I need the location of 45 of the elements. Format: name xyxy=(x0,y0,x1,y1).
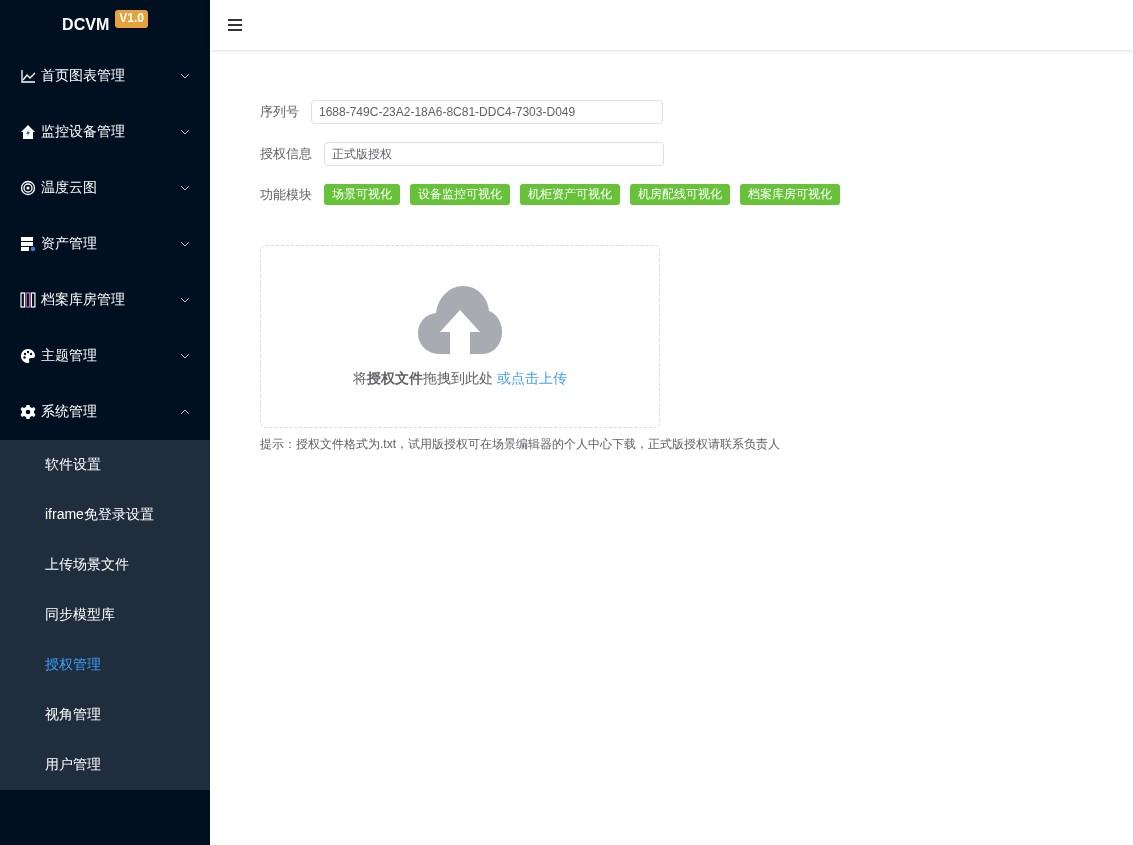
menu-icon[interactable] xyxy=(228,19,242,31)
chevron-icon xyxy=(180,71,190,81)
submenu-item[interactable]: 视角管理 xyxy=(0,690,210,740)
menu-item[interactable]: 资产管理 xyxy=(0,216,210,272)
menu-item[interactable]: 档案库房管理 xyxy=(0,272,210,328)
field-label: 授权信息 xyxy=(260,145,312,163)
menu-item[interactable]: 系统管理 xyxy=(0,384,210,440)
submenu-item[interactable]: 上传场景文件 xyxy=(0,540,210,590)
house-icon xyxy=(20,124,36,140)
chevron-icon xyxy=(180,239,190,249)
app-logo-text: DCVM xyxy=(62,16,110,34)
server-icon xyxy=(20,236,36,252)
submenu-item[interactable]: 用户管理 xyxy=(0,740,210,790)
menu-item[interactable]: 主题管理 xyxy=(0,328,210,384)
field-label: 功能模块 xyxy=(260,185,312,204)
gear-icon xyxy=(20,404,36,420)
chevron-icon xyxy=(180,127,190,137)
chevron-icon xyxy=(180,183,190,193)
license-field[interactable]: 正式版授权 xyxy=(324,142,664,166)
columns-icon xyxy=(20,292,36,308)
chevron-icon xyxy=(180,295,190,305)
cloud-upload-icon xyxy=(418,286,502,354)
module-tag: 设备监控可视化 xyxy=(410,184,510,205)
hint-text: 提示：授权文件格式为.txt，试用版授权可在场景编辑器的个人中心下载，正式版授权请联系负责人 xyxy=(260,436,781,453)
menu-item[interactable]: 温度云图 xyxy=(0,160,210,216)
submenu-item[interactable]: 同步模型库 xyxy=(0,590,210,640)
submenu-item[interactable]: 授权管理 xyxy=(0,640,210,690)
menu-item[interactable]: 首页图表管理 xyxy=(0,48,210,104)
chart-icon xyxy=(20,68,36,84)
upload-dropzone[interactable]: 将授权文件拖拽到此处 或点击上传 xyxy=(260,245,660,428)
rings-icon xyxy=(20,180,36,196)
module-tag: 场景可视化 xyxy=(324,184,400,205)
upload-instruction: 将授权文件拖拽到此处 或点击上传 xyxy=(353,370,567,388)
module-tag: 机柜资产可视化 xyxy=(520,184,620,205)
chevron-icon xyxy=(180,407,190,417)
version-badge: V1.0 xyxy=(115,10,148,28)
field-label: 序列号 xyxy=(260,103,299,121)
submenu-item[interactable]: 软件设置 xyxy=(0,440,210,490)
module-tag: 档案库房可视化 xyxy=(740,184,840,205)
chevron-icon xyxy=(180,351,190,361)
module-tag: 机房配线可视化 xyxy=(630,184,730,205)
serial-field[interactable]: 1688-749C-23A2-18A6-8C81-DDC4-7303-D049 xyxy=(311,100,663,124)
palette-icon xyxy=(20,348,36,364)
menu-item[interactable]: 监控设备管理 xyxy=(0,104,210,160)
submenu-item[interactable]: iframe免登录设置 xyxy=(0,490,210,540)
